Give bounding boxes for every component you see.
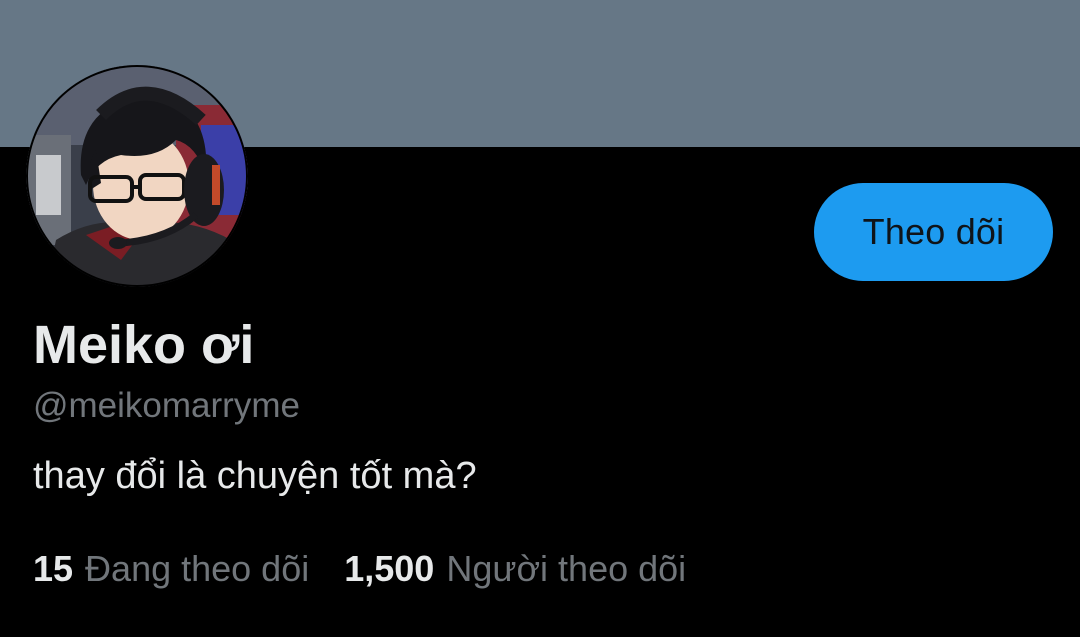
follow-stats: 15 Đang theo dõi 1,500 Người theo dõi — [33, 547, 686, 591]
follow-button[interactable]: Theo dõi — [814, 183, 1053, 281]
avatar[interactable] — [26, 65, 248, 287]
following-label: Đang theo dõi — [85, 548, 310, 589]
followers-count: 1,500 — [344, 548, 435, 589]
avatar-image — [26, 65, 248, 287]
following-count: 15 — [33, 548, 74, 589]
profile-header: Theo dõi Meiko ơi @meikomarryme thay đổi… — [0, 0, 1080, 637]
followers-label: Người theo dõi — [446, 548, 687, 589]
following-link[interactable]: 15 Đang theo dõi — [33, 547, 309, 591]
followers-link[interactable]: 1,500 Người theo dõi — [344, 547, 686, 591]
username-handle: @meikomarryme — [33, 386, 300, 425]
display-name: Meiko ơi — [33, 315, 255, 375]
profile-bio: thay đổi là chuyện tốt mà? — [33, 455, 477, 497]
